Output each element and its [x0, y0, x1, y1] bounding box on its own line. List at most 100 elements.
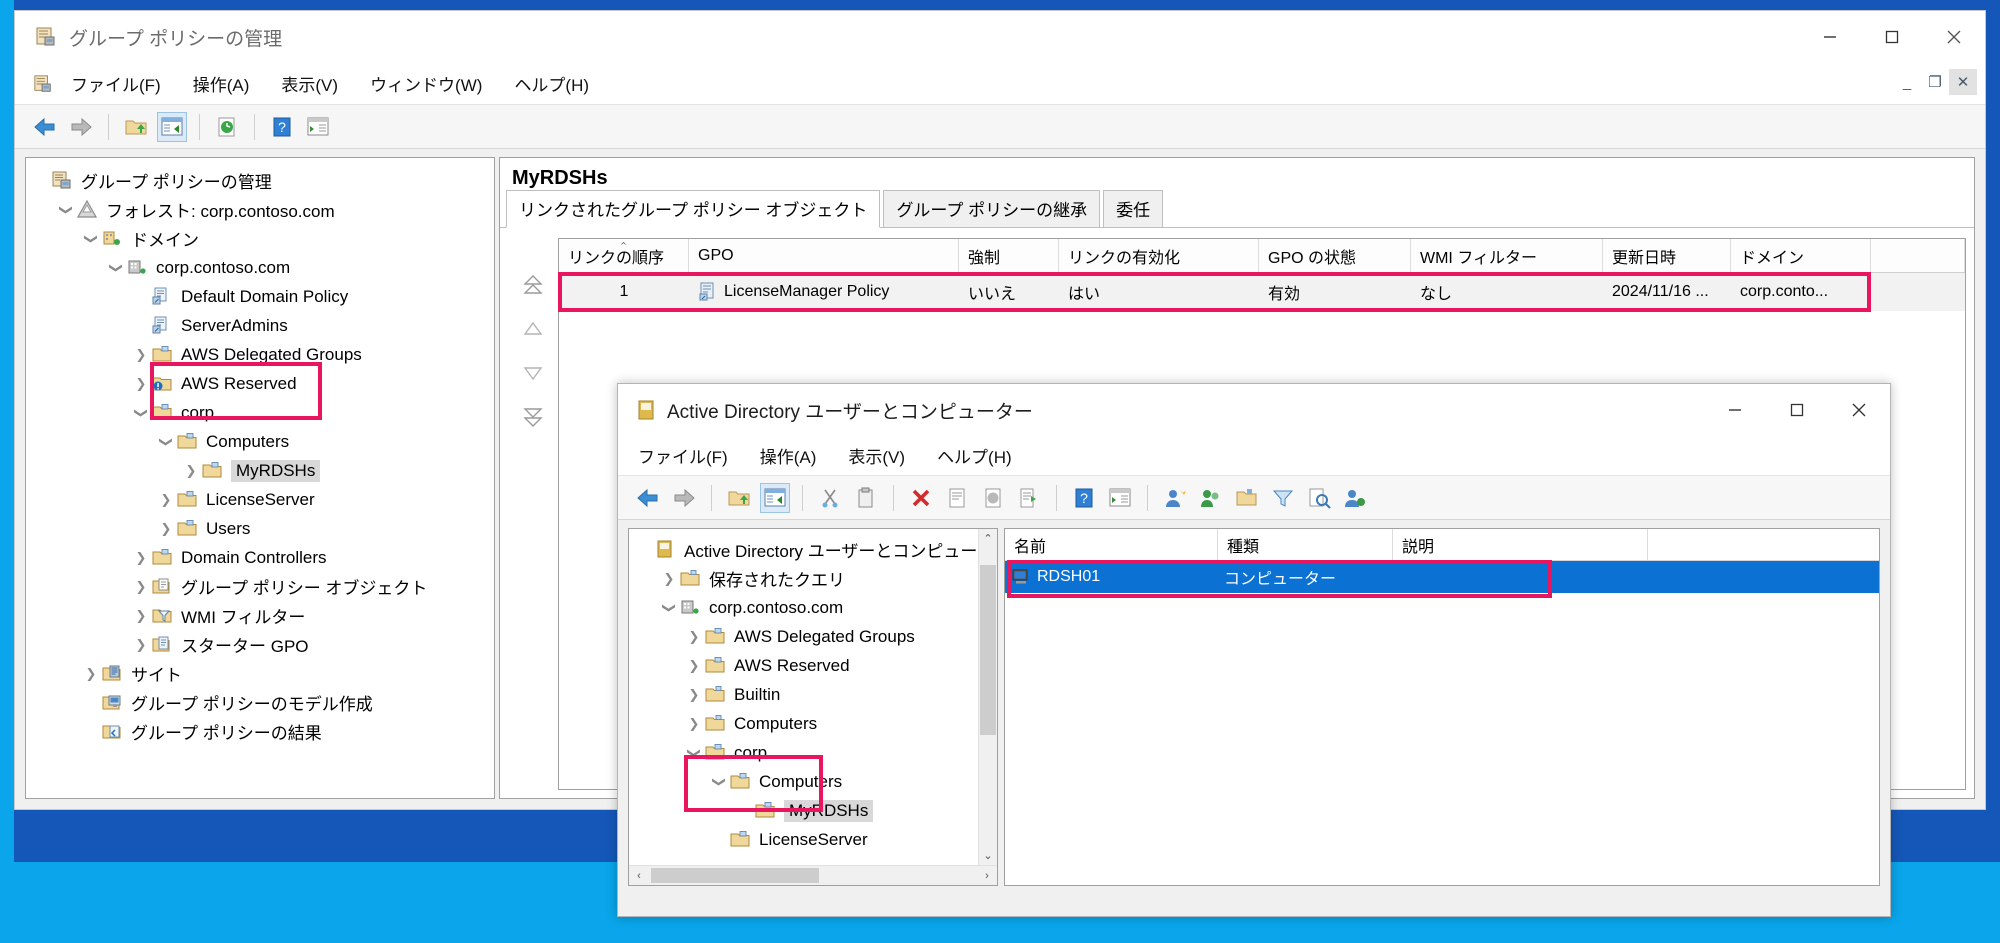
maximize-button[interactable]: [1861, 11, 1923, 63]
chevron-right-icon[interactable]: ❯: [130, 347, 152, 363]
col-modified[interactable]: 更新日時: [1603, 239, 1731, 272]
up-folder-icon[interactable]: [121, 112, 151, 142]
move-up-icon[interactable]: [519, 318, 547, 340]
aduc-back-arrow-icon[interactable]: [633, 483, 663, 513]
new-user-icon[interactable]: [1160, 483, 1190, 513]
show-console-tree-icon[interactable]: [303, 112, 333, 142]
tree-item-licenseserver[interactable]: LicenseServer: [629, 825, 997, 854]
tree-item-serveradmins[interactable]: ServerAdmins: [26, 311, 494, 340]
tree-item-builtin[interactable]: ❯ Builtin: [629, 680, 997, 709]
move-to-bottom-icon[interactable]: [519, 406, 547, 428]
list-item[interactable]: RDSH01 コンピューター: [1005, 561, 1879, 593]
tree-item-myrdshs[interactable]: MyRDSHs: [629, 796, 997, 825]
aduc-help-icon[interactable]: ?: [1069, 483, 1099, 513]
tree-item-corp-contoso-com[interactable]: ❯ corp.contoso.com: [629, 593, 997, 622]
aduc-console-tree[interactable]: Active Directory ユーザーとコンピューター [IP.❯保存された…: [629, 529, 997, 865]
forward-arrow-icon[interactable]: [66, 112, 96, 142]
col-domain[interactable]: ドメイン: [1731, 239, 1871, 272]
chevron-right-icon[interactable]: ❯: [683, 687, 705, 703]
chevron-down-icon[interactable]: ❯: [58, 199, 74, 221]
aduc-show-tree-icon[interactable]: [760, 482, 790, 513]
menu-view[interactable]: 表示(V): [277, 68, 342, 99]
chevron-down-icon[interactable]: ❯: [661, 597, 677, 619]
new-group-icon[interactable]: [1196, 483, 1226, 513]
tree-item-[interactable]: ❯ 保存されたクエリ: [629, 564, 997, 593]
new-ou-icon[interactable]: [1232, 483, 1262, 513]
chevron-right-icon[interactable]: ❯: [130, 376, 152, 392]
tree-item-computers[interactable]: ❯ Computers: [26, 427, 494, 456]
aduc-list-pane[interactable]: 名前 種類 説明 RDSH01 コンピューター: [1004, 528, 1880, 886]
tree-item-[interactable]: グループ ポリシーのモデル作成: [26, 688, 494, 717]
cut-icon[interactable]: [815, 483, 845, 513]
tree-item-corp-contoso-com[interactable]: ❯ corp.contoso.com: [26, 253, 494, 282]
chevron-right-icon[interactable]: ❯: [130, 637, 152, 653]
table-row[interactable]: 1 LicenseManager Policy いいえ はい 有効 なし 202…: [559, 273, 1965, 311]
tree-item-wmi[interactable]: ❯ WMI フィルター: [26, 601, 494, 630]
chevron-down-icon[interactable]: ❯: [158, 431, 174, 453]
chevron-right-icon[interactable]: ❯: [683, 629, 705, 645]
gpmc-tree-pane[interactable]: グループ ポリシーの管理 ❯ フォレスト: corp.contoso.com ❯ ドメイ…: [25, 157, 495, 799]
move-down-icon[interactable]: [519, 362, 547, 384]
tree-item-aws-reserved[interactable]: ❯ AWS Reserved: [629, 651, 997, 680]
tree-item-[interactable]: ❯ サイト: [26, 659, 494, 688]
scroll-thumb[interactable]: [980, 565, 996, 735]
chevron-right-icon[interactable]: ❯: [155, 521, 177, 537]
aduc-forward-arrow-icon[interactable]: [669, 483, 699, 513]
tree-item-aws-reserved[interactable]: ❯ AWS Reserved: [26, 369, 494, 398]
scroll-right-arrow-icon[interactable]: ›: [977, 866, 997, 885]
aduc-tree-horizontal-scrollbar[interactable]: ‹ ›: [629, 865, 997, 885]
chevron-right-icon[interactable]: ❯: [80, 666, 102, 682]
chevron-down-icon[interactable]: ❯: [686, 742, 702, 764]
chevron-down-icon[interactable]: ❯: [108, 257, 124, 279]
paste-icon[interactable]: [851, 483, 881, 513]
tree-item-[interactable]: ❯ グループ ポリシー オブジェクト: [26, 572, 494, 601]
tab-linked-gpos[interactable]: リンクされたグループ ポリシー オブジェクト: [506, 190, 881, 228]
aduc-console-tree-icon[interactable]: [1105, 483, 1135, 513]
aduc-menu-help[interactable]: ヘルプ(H): [933, 440, 1016, 471]
tree-item-[interactable]: グループ ポリシーの管理: [26, 166, 494, 195]
tree-item-corp-contoso-com[interactable]: ❯ フォレスト: corp.contoso.com: [26, 195, 494, 224]
tree-item-aws-delegated-groups[interactable]: ❯ AWS Delegated Groups: [629, 622, 997, 651]
chevron-right-icon[interactable]: ❯: [180, 463, 202, 479]
h-scroll-thumb[interactable]: [651, 868, 819, 883]
tab-delegation[interactable]: 委任: [1103, 190, 1164, 227]
tab-group-policy-inheritance[interactable]: グループ ポリシーの継承: [883, 190, 1101, 227]
col-gpo-status[interactable]: GPO の状態: [1259, 239, 1411, 272]
close-button[interactable]: [1923, 11, 1985, 63]
col-description[interactable]: 説明: [1393, 529, 1648, 560]
export-list-icon[interactable]: [1014, 483, 1044, 513]
aduc-refresh-icon[interactable]: [978, 483, 1008, 513]
tree-item-corp[interactable]: ❯ corp: [26, 398, 494, 427]
aduc-tree-vertical-scrollbar[interactable]: ⌃ ⌄: [978, 529, 997, 865]
tree-item-active-directory-ip[interactable]: Active Directory ユーザーとコンピューター [IP.: [629, 535, 997, 564]
back-arrow-icon[interactable]: [30, 112, 60, 142]
aduc-menu-file[interactable]: ファイル(F): [634, 440, 732, 471]
chevron-right-icon[interactable]: ❯: [130, 550, 152, 566]
chevron-down-icon[interactable]: ❯: [83, 228, 99, 250]
tree-item-[interactable]: グループ ポリシーの結果: [26, 717, 494, 746]
chevron-down-icon[interactable]: ❯: [133, 402, 149, 424]
mdi-restore-button[interactable]: ❐: [1921, 69, 1949, 95]
aduc-minimize-button[interactable]: [1704, 384, 1766, 436]
col-enforced[interactable]: 強制: [959, 239, 1059, 272]
tree-item-aws-delegated-groups[interactable]: ❯ AWS Delegated Groups: [26, 340, 494, 369]
tree-item-default-domain-policy[interactable]: Default Domain Policy: [26, 282, 494, 311]
minimize-button[interactable]: [1799, 11, 1861, 63]
chevron-right-icon[interactable]: ❯: [683, 716, 705, 732]
tree-item-[interactable]: ❯ ドメイン: [26, 224, 494, 253]
help-icon[interactable]: ?: [267, 112, 297, 142]
menu-window[interactable]: ウィンドウ(W): [366, 68, 486, 99]
aduc-menu-view[interactable]: 表示(V): [844, 440, 909, 471]
chevron-right-icon[interactable]: ❯: [658, 571, 680, 587]
tree-item-computers[interactable]: ❯ Computers: [629, 767, 997, 796]
show-hide-tree-icon[interactable]: [157, 111, 187, 142]
mdi-minimize-button[interactable]: _: [1893, 69, 1921, 95]
tree-item-corp[interactable]: ❯ corp: [629, 738, 997, 767]
scroll-left-arrow-icon[interactable]: ‹: [629, 866, 649, 885]
tree-item-domain-controllers[interactable]: ❯ Domain Controllers: [26, 543, 494, 572]
refresh-icon[interactable]: [212, 112, 242, 142]
tree-item-licenseserver[interactable]: ❯ LicenseServer: [26, 485, 494, 514]
chevron-right-icon[interactable]: ❯: [130, 579, 152, 595]
aduc-up-folder-icon[interactable]: [724, 483, 754, 513]
col-name[interactable]: 名前: [1005, 529, 1218, 560]
